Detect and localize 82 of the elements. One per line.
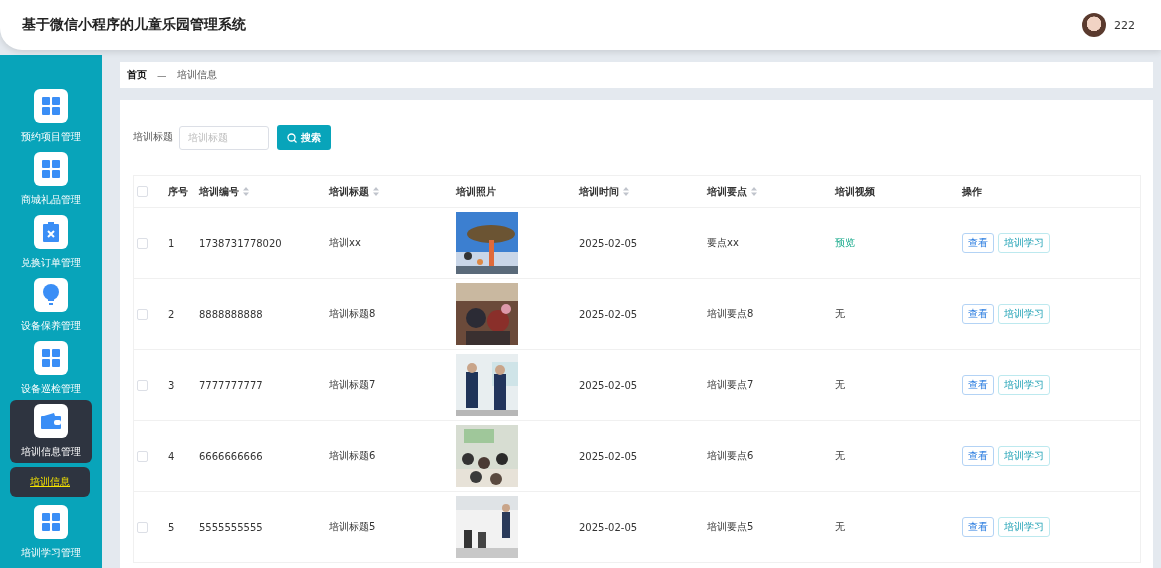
table-cell: 培训要点7 <box>707 378 754 392</box>
table-cell: 5555555555 <box>199 521 263 533</box>
grid-icon <box>42 97 60 115</box>
table-cell: 4 <box>168 450 175 462</box>
view-button[interactable]: 查看 <box>962 517 994 537</box>
row-checkbox[interactable] <box>137 379 148 391</box>
table-cell: 2025-02-05 <box>579 237 638 249</box>
training-button[interactable]: 培训学习 <box>998 517 1050 537</box>
table-cell: 培训xx <box>329 236 361 250</box>
sidebar-item[interactable]: 培训信息管理 <box>10 400 92 463</box>
clipboard-icon <box>43 222 59 242</box>
table-cell: 6666666666 <box>199 450 263 462</box>
table-cell: 5 <box>168 521 175 533</box>
view-button[interactable]: 查看 <box>962 375 994 395</box>
table-cell: 培训标题5 <box>329 520 376 534</box>
table-cell: 无 <box>835 449 845 463</box>
select-all-checkbox[interactable] <box>137 186 148 197</box>
breadcrumb-separator: — <box>157 69 167 81</box>
sidebar-item[interactable]: 培训学习管理 <box>10 501 92 564</box>
table-cell: 培训要点6 <box>707 449 754 463</box>
training-button[interactable]: 培训学习 <box>998 446 1050 466</box>
avatar[interactable] <box>1082 13 1106 37</box>
table-cell: 8888888888 <box>199 308 263 320</box>
view-button[interactable]: 查看 <box>962 446 994 466</box>
row-checkbox[interactable] <box>137 521 148 533</box>
row-checkbox[interactable] <box>137 237 148 249</box>
wallet-icon <box>41 413 61 429</box>
submenu-item[interactable]: 培训信息 <box>10 467 90 497</box>
training-button[interactable]: 培训学习 <box>998 304 1050 324</box>
column-header[interactable]: 培训时间 <box>579 184 619 199</box>
sidebar-item[interactable]: 设备巡检管理 <box>10 337 92 400</box>
table-cell: 要点xx <box>707 236 739 250</box>
table-cell: 培训标题8 <box>329 307 376 321</box>
table-cell: 培训要点5 <box>707 520 754 534</box>
column-header: 培训视频 <box>835 184 875 199</box>
column-header: 培训照片 <box>456 184 496 199</box>
column-header[interactable]: 培训要点 <box>707 184 747 199</box>
search-button[interactable]: 搜索 <box>277 125 331 150</box>
table-cell: 7777777777 <box>199 379 263 391</box>
breadcrumb-item[interactable]: 首页 <box>127 68 147 82</box>
grid-icon <box>42 513 60 531</box>
column-header: 序号 <box>168 184 188 199</box>
table-cell: 1738731778020 <box>199 237 282 249</box>
preview-link[interactable]: 预览 <box>835 236 855 250</box>
training-button[interactable]: 培训学习 <box>998 233 1050 253</box>
sidebar-item[interactable]: 商城礼品管理 <box>10 148 92 211</box>
sidebar-item[interactable]: 预约项目管理 <box>10 85 92 148</box>
sort-icon[interactable] <box>373 187 379 196</box>
view-button[interactable]: 查看 <box>962 233 994 253</box>
column-header[interactable]: 培训标题 <box>329 184 369 199</box>
row-checkbox[interactable] <box>137 308 148 320</box>
table-cell: 2025-02-05 <box>579 521 638 533</box>
table-cell: 2 <box>168 308 175 320</box>
grid-icon <box>42 160 60 178</box>
table-cell: 培训标题7 <box>329 378 376 392</box>
table-cell: 无 <box>835 378 845 392</box>
table-cell: 3 <box>168 379 175 391</box>
table-cell: 2025-02-05 <box>579 308 638 320</box>
table-cell: 2025-02-05 <box>579 379 638 391</box>
table-cell: 培训要点8 <box>707 307 754 321</box>
user-name: 222 <box>1114 18 1135 32</box>
grid-icon <box>42 349 60 367</box>
breadcrumb-item: 培训信息 <box>176 68 217 82</box>
column-header[interactable]: 培训编号 <box>199 184 239 199</box>
sidebar-item[interactable]: 设备保养管理 <box>10 274 92 337</box>
sort-icon[interactable] <box>623 187 629 196</box>
table-cell: 1 <box>168 237 175 249</box>
row-checkbox[interactable] <box>137 450 148 462</box>
search-icon <box>287 132 297 143</box>
table-cell: 培训标题6 <box>329 449 376 463</box>
table-cell: 无 <box>835 520 845 534</box>
app-title: 基于微信小程序的儿童乐园管理系统 <box>22 16 247 34</box>
sort-icon[interactable] <box>751 187 757 196</box>
column-header: 操作 <box>962 184 982 199</box>
training-button[interactable]: 培训学习 <box>998 375 1050 395</box>
view-button[interactable]: 查看 <box>962 304 994 324</box>
bulb-icon <box>43 284 59 306</box>
table-cell: 无 <box>835 307 845 321</box>
table-cell: 2025-02-05 <box>579 450 638 462</box>
sort-icon[interactable] <box>243 187 249 196</box>
sidebar-item[interactable]: 兑换订单管理 <box>10 211 92 274</box>
search-label: 培训标题 <box>133 131 173 144</box>
